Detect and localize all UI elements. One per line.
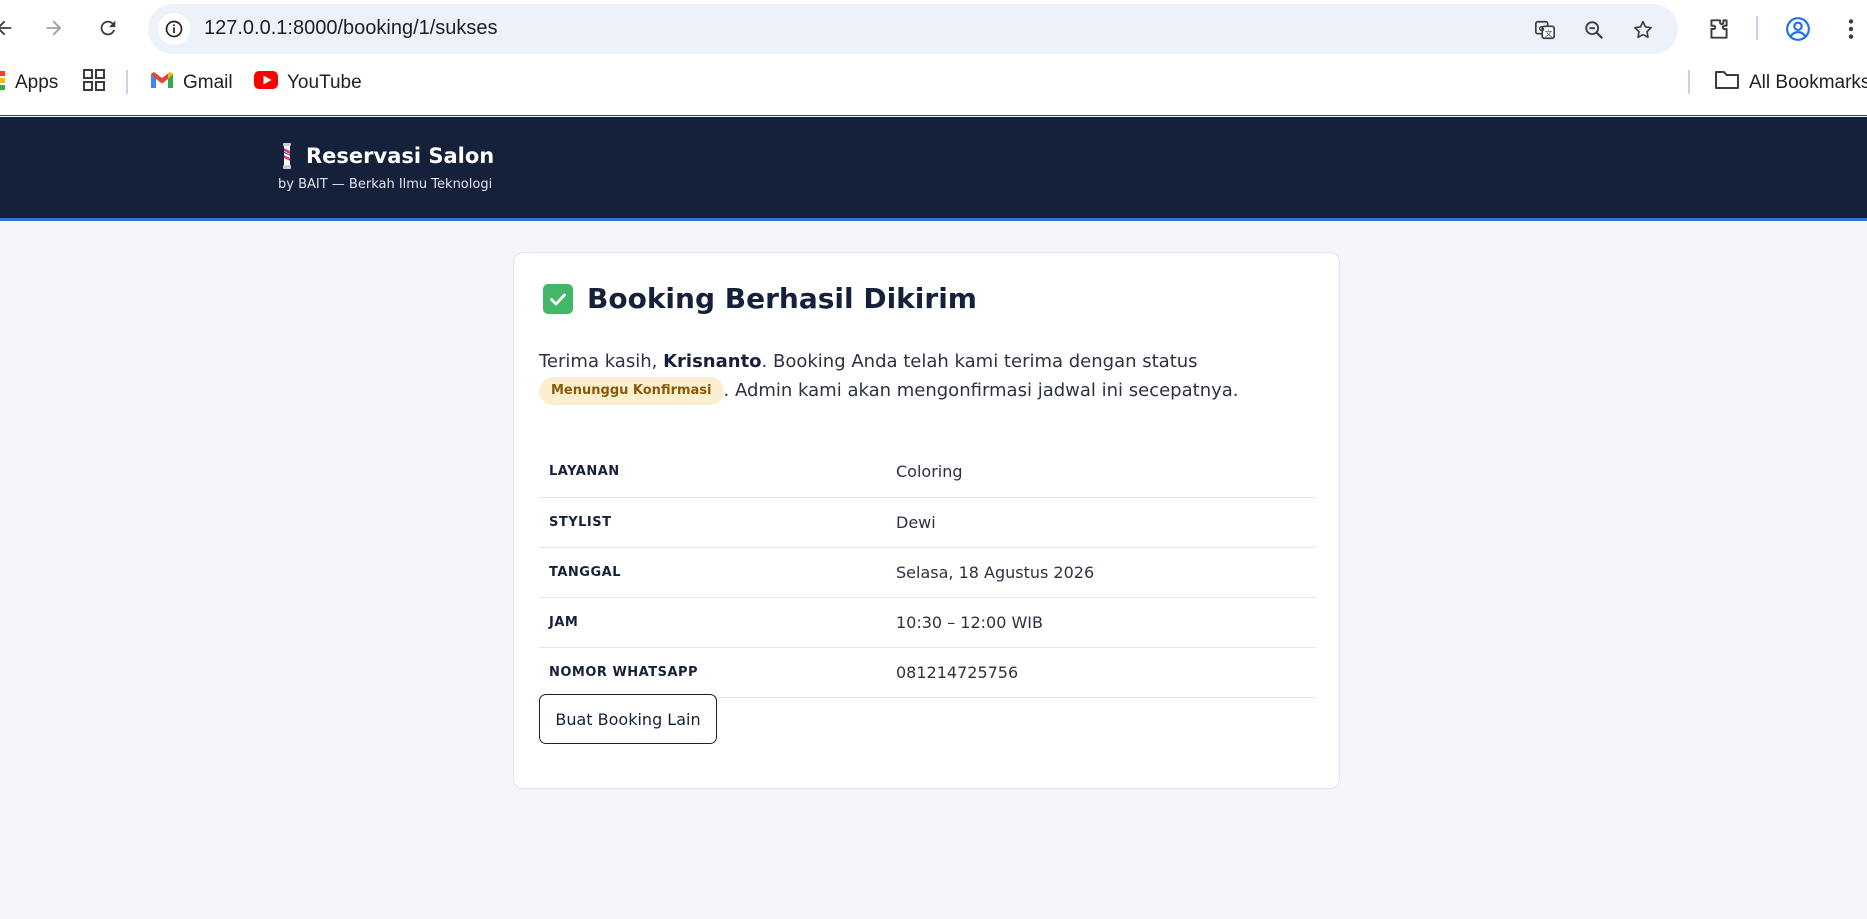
detail-value: Selasa, 18 Agustus 2026 [896, 547, 1316, 598]
reload-button[interactable] [92, 14, 124, 46]
message-prefix: Terima kasih, [539, 351, 664, 372]
message-middle: . Booking Anda telah kami terima dengan … [761, 351, 1198, 372]
bookmark-youtube[interactable]: YouTube [254, 68, 362, 98]
check-icon [543, 283, 573, 314]
folder-icon [1714, 69, 1740, 97]
extensions-icon[interactable] [1702, 12, 1736, 46]
detail-label: STYLIST [539, 497, 896, 548]
forward-button[interactable] [38, 14, 70, 46]
detail-label: NOMOR WHATSAPP [539, 647, 896, 698]
youtube-icon [254, 71, 278, 95]
back-button[interactable] [0, 14, 20, 46]
table-row: JAM 10:30 – 12:00 WIB [539, 597, 1316, 648]
bookmarks-divider-right [1688, 70, 1690, 94]
apps-dots-icon [0, 70, 6, 96]
page-title: Booking Berhasil Dikirim [587, 282, 977, 315]
bookmark-apps[interactable]: Apps [0, 68, 58, 98]
bookmarks-bar: Apps Gmail YouTube All Bookmarks [0, 64, 1867, 104]
card-heading: Booking Berhasil Dikirim [543, 282, 977, 315]
confirmation-message: Terima kasih, Krisnanto. Booking Anda te… [539, 347, 1319, 405]
bookmark-gmail[interactable]: Gmail [150, 68, 233, 98]
apps-icon [82, 68, 106, 98]
barber-pole-icon [278, 143, 296, 169]
detail-value: 081214725756 [896, 647, 1316, 698]
table-row: STYLIST Dewi [539, 497, 1316, 548]
toolbar-divider [1756, 16, 1758, 40]
profile-icon[interactable] [1781, 12, 1815, 46]
gmail-icon [150, 70, 174, 96]
bookmarks-divider [126, 70, 128, 94]
forward-icon [43, 17, 65, 43]
all-bookmarks-label: All Bookmarks [1749, 72, 1867, 93]
all-bookmarks[interactable]: All Bookmarks [1714, 68, 1867, 98]
brand[interactable]: Reservasi Salon by BAIT — Berkah Ilmu Te… [278, 143, 494, 192]
apps-grid-button[interactable] [82, 68, 106, 98]
message-suffix: . Admin kami akan mengonfirmasi jadwal i… [723, 380, 1239, 401]
booking-details-table: LAYANAN Coloring STYLIST Dewi TANGGAL Se… [539, 447, 1316, 698]
browser-chrome: 127.0.0.1:8000/booking/1/sukses G文 Apps [0, 0, 1867, 116]
address-bar[interactable]: 127.0.0.1:8000/booking/1/sukses G文 [148, 4, 1678, 54]
detail-value: 10:30 – 12:00 WIB [896, 597, 1316, 648]
translate-icon[interactable]: G文 [1531, 16, 1559, 44]
bookmark-star-icon[interactable] [1629, 16, 1657, 44]
booking-success-card: Booking Berhasil Dikirim Terima kasih, K… [513, 252, 1340, 789]
zoom-icon[interactable] [1580, 16, 1608, 44]
table-row: TANGGAL Selasa, 18 Agustus 2026 [539, 547, 1316, 598]
site-header: Reservasi Salon by BAIT — Berkah Ilmu Te… [0, 117, 1867, 221]
svg-text:G: G [1539, 24, 1545, 33]
table-row: NOMOR WHATSAPP 081214725756 [539, 647, 1316, 698]
reload-icon [97, 17, 119, 43]
back-icon [0, 17, 15, 43]
customer-name: Krisnanto [663, 351, 762, 372]
bookmark-label: Apps [15, 72, 59, 93]
detail-label: JAM [539, 597, 896, 648]
svg-text:文: 文 [1545, 29, 1553, 38]
bookmark-label: Gmail [183, 72, 233, 93]
site-subtitle: by BAIT — Berkah Ilmu Teknologi [278, 177, 493, 192]
detail-value: Dewi [896, 497, 1316, 548]
detail-label: LAYANAN [539, 447, 896, 498]
detail-label: TANGGAL [539, 547, 896, 598]
site-info-icon[interactable] [158, 13, 190, 45]
detail-value: Coloring [896, 447, 1316, 498]
status-badge: Menunggu Konfirmasi [539, 377, 724, 405]
url-text[interactable]: 127.0.0.1:8000/booking/1/sukses [204, 17, 498, 40]
menu-icon[interactable] [1834, 12, 1867, 46]
bookmark-label: YouTube [287, 72, 362, 93]
site-title: Reservasi Salon [306, 144, 495, 168]
table-row: LAYANAN Coloring [539, 447, 1316, 498]
new-booking-button[interactable]: Buat Booking Lain [539, 694, 717, 744]
